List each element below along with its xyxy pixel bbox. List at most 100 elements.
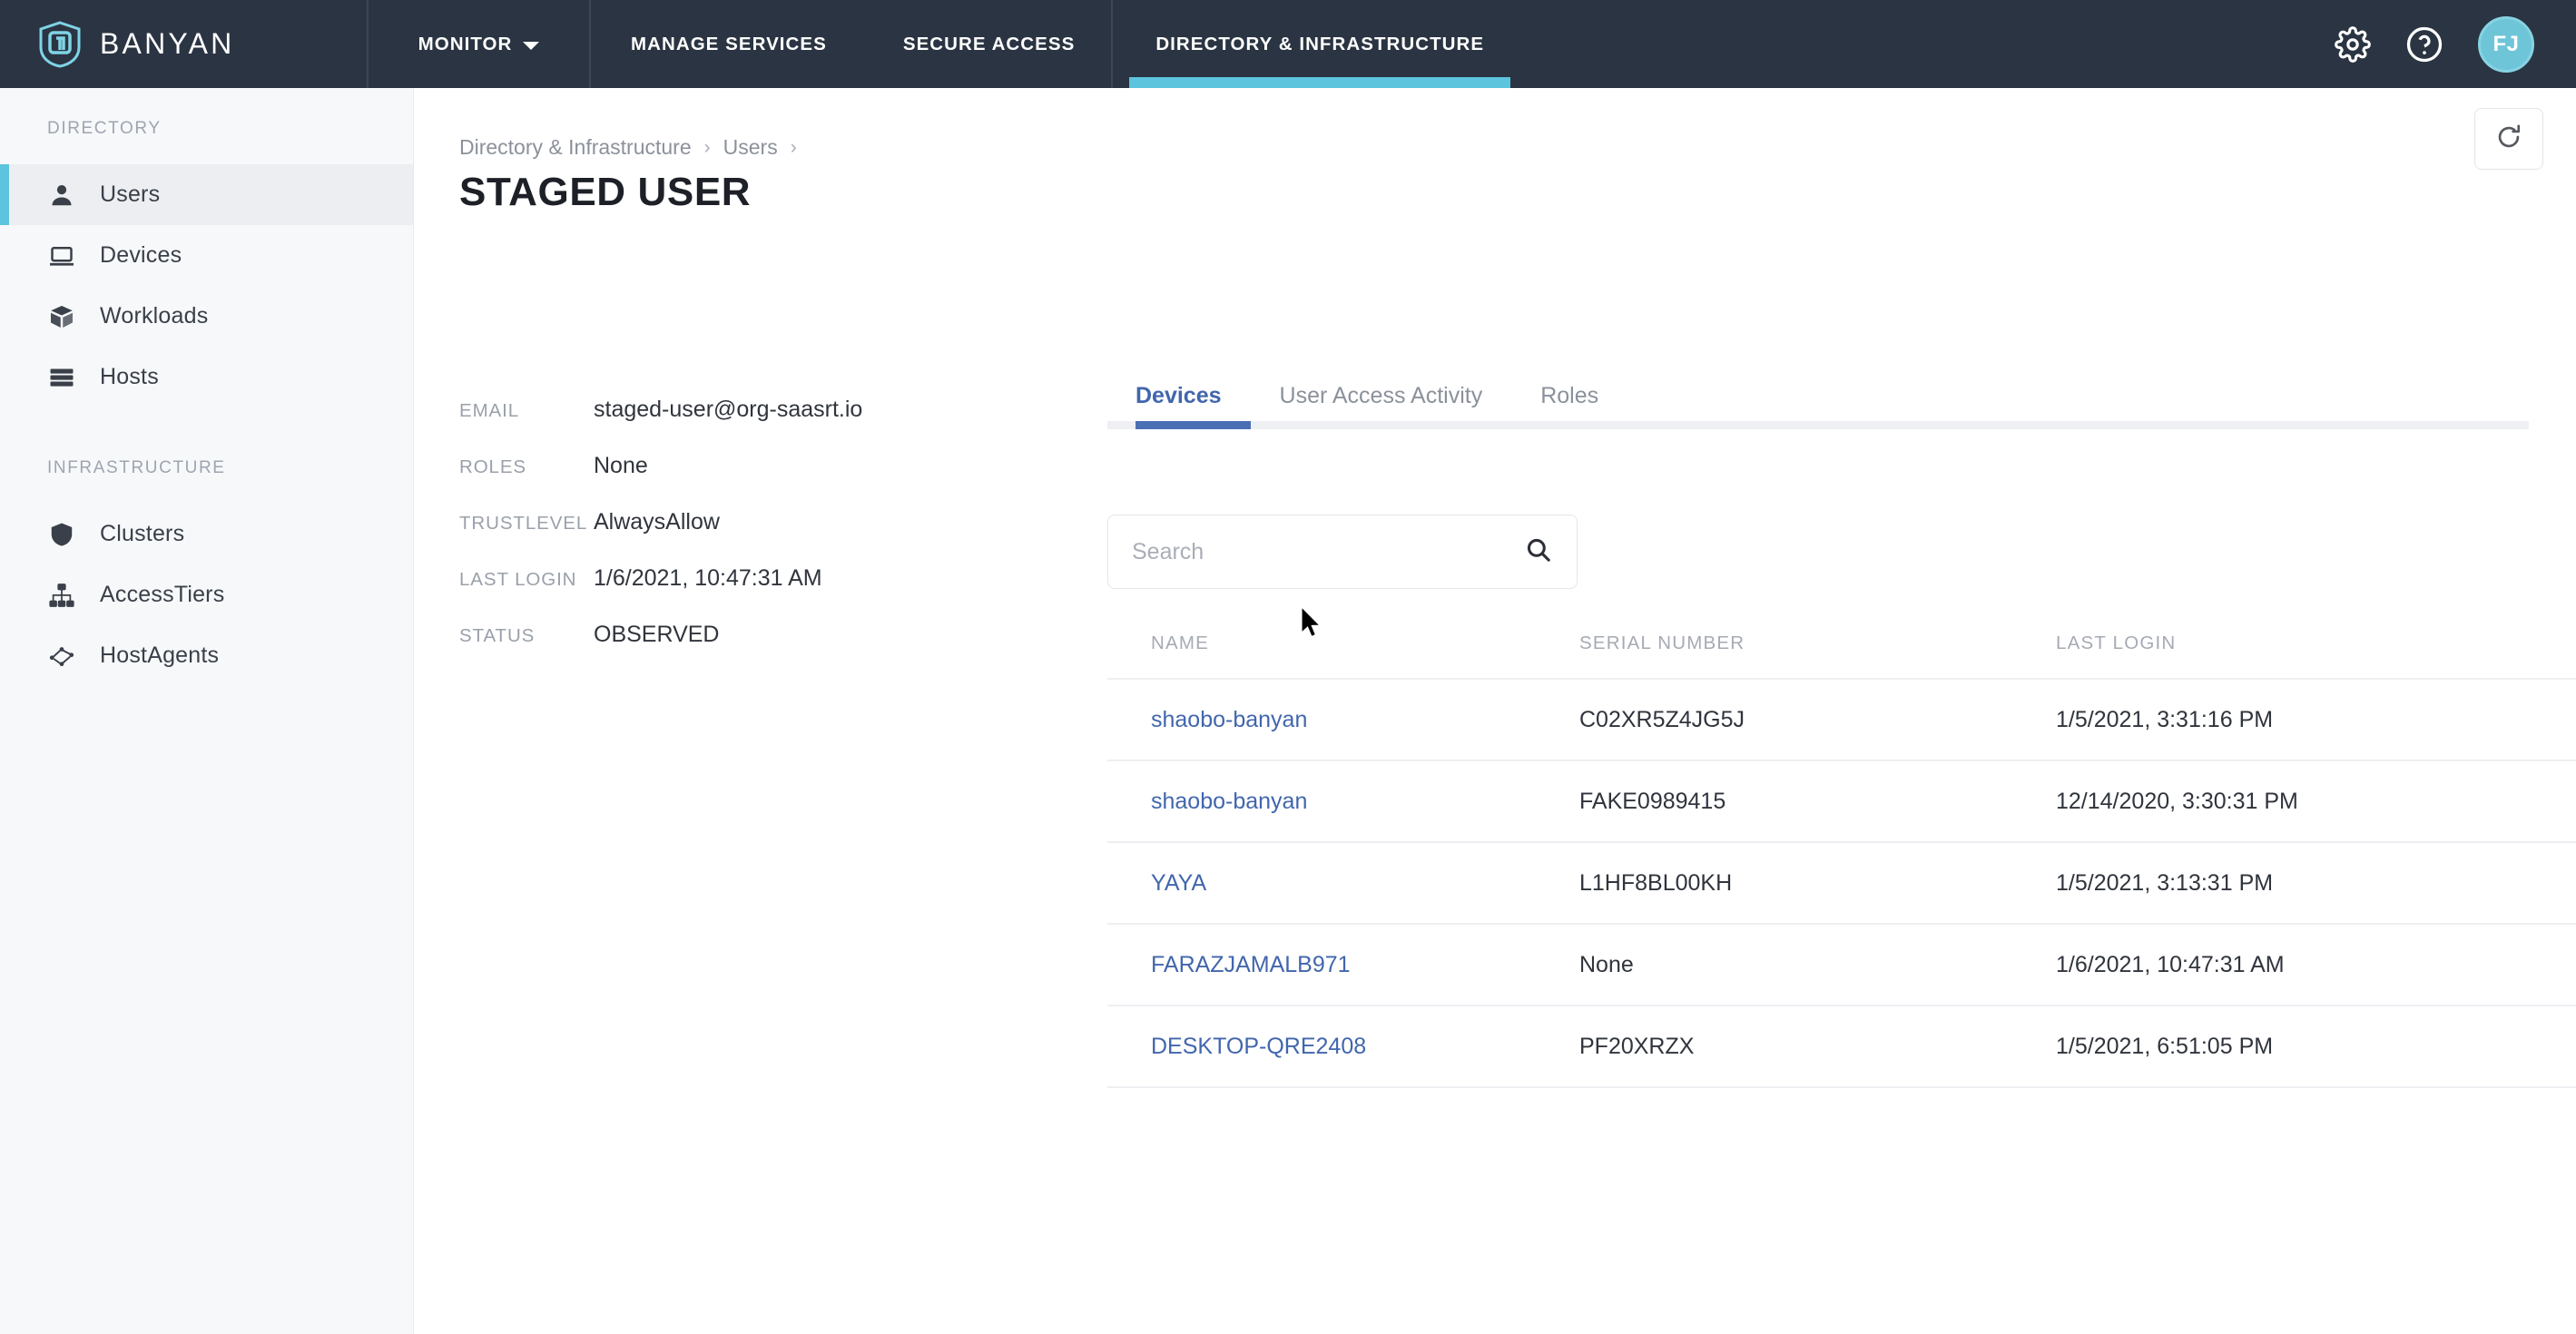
question-circle-icon[interactable]	[2405, 25, 2443, 64]
tab-devices[interactable]: Devices	[1136, 383, 1251, 429]
tab-user-access-activity[interactable]: User Access Activity	[1251, 383, 1512, 429]
gear-icon[interactable]	[2335, 26, 2371, 63]
detail-row-last-login: LAST LOGIN 1/6/2021, 10:47:31 AM	[459, 565, 1022, 622]
user-icon	[47, 181, 76, 210]
breadcrumb: Directory & Infrastructure › Users ›	[459, 135, 797, 160]
breadcrumb-item-directory-infrastructure[interactable]: Directory & Infrastructure	[459, 135, 692, 160]
sidebar-item-hostagents[interactable]: HostAgents	[0, 625, 413, 686]
sidebar-item-users[interactable]: Users	[0, 164, 413, 225]
breadcrumb-separator-icon: ›	[704, 137, 711, 159]
column-header-last-login: LAST LOGIN	[2056, 633, 2576, 654]
device-serial-number: FAKE0989415	[1579, 789, 2056, 815]
table-row[interactable]: FARAZJAMALB971 None 1/6/2021, 10:47:31 A…	[1107, 925, 2576, 1006]
top-navigation-bar: BANYAN MONITOR MANAGE SERVICES SECURE AC…	[0, 0, 2576, 88]
sidebar-item-clusters[interactable]: Clusters	[0, 504, 413, 564]
device-serial-number: None	[1579, 952, 2056, 978]
tab-devices-label: Devices	[1136, 383, 1222, 408]
device-name-link[interactable]: DESKTOP-QRE2408	[1107, 1034, 1579, 1060]
sidebar-item-hostagents-label: HostAgents	[100, 642, 219, 669]
active-tab-underline	[1129, 77, 1510, 88]
table-row[interactable]: DESKTOP-QRE2408 PF20XRZX 1/5/2021, 6:51:…	[1107, 1006, 2576, 1088]
nav-right-actions: FJ	[2335, 0, 2576, 88]
table-row[interactable]: shaobo-banyan C02XR5Z4JG5J 1/5/2021, 3:3…	[1107, 680, 2576, 761]
detail-value-roles: None	[594, 453, 648, 479]
breadcrumb-item-users[interactable]: Users	[723, 135, 778, 160]
sidebar: DIRECTORY Users Devices Workload	[0, 88, 414, 1334]
nav-item-manage-services[interactable]: MANAGE SERVICES	[591, 0, 867, 88]
sidebar-item-hosts[interactable]: Hosts	[0, 347, 413, 407]
device-last-login: 1/5/2021, 6:51:05 PM	[2056, 1034, 2576, 1060]
nav-item-secure-access-label: SECURE ACCESS	[903, 34, 1075, 55]
column-header-name: NAME	[1107, 633, 1579, 654]
nav-item-monitor[interactable]: MONITOR	[369, 0, 589, 88]
server-icon	[47, 363, 76, 392]
sidebar-item-accesstiers[interactable]: AccessTiers	[0, 564, 413, 625]
device-name-link[interactable]: FARAZJAMALB971	[1107, 952, 1579, 978]
detail-value-status: OBSERVED	[594, 622, 719, 648]
column-header-serial-number: SERIAL NUMBER	[1579, 633, 2056, 654]
tab-roles-label: Roles	[1540, 383, 1598, 408]
detail-value-email: staged-user@org-saasrt.io	[594, 397, 862, 423]
sidebar-section-label-directory: DIRECTORY	[0, 119, 413, 139]
nav-item-directory-infrastructure-label: DIRECTORY & INFRASTRUCTURE	[1155, 34, 1484, 55]
device-last-login: 1/6/2021, 10:47:31 AM	[2056, 952, 2576, 978]
user-details-list: EMAIL staged-user@org-saasrt.io ROLES No…	[459, 397, 1022, 678]
refresh-button[interactable]	[2474, 108, 2543, 170]
device-name-link[interactable]: shaobo-banyan	[1107, 789, 1579, 815]
search-icon[interactable]	[1524, 535, 1553, 569]
sidebar-item-accesstiers-label: AccessTiers	[100, 582, 224, 608]
detail-row-status: STATUS OBSERVED	[459, 622, 1022, 678]
search-box[interactable]	[1107, 515, 1578, 589]
detail-key-last-login: LAST LOGIN	[459, 569, 594, 591]
tabs-container: Devices User Access Activity Roles	[1107, 383, 2529, 429]
table-row[interactable]: shaobo-banyan FAKE0989415 12/14/2020, 3:…	[1107, 761, 2576, 843]
tab-user-access-activity-label: User Access Activity	[1280, 383, 1483, 408]
nav-item-monitor-label: MONITOR	[418, 34, 513, 55]
sidebar-item-clusters-label: Clusters	[100, 521, 184, 547]
sidebar-item-users-label: Users	[100, 181, 160, 208]
sidebar-item-devices-label: Devices	[100, 242, 182, 269]
detail-key-email: EMAIL	[459, 400, 594, 422]
nodes-icon	[47, 642, 76, 671]
shield-icon	[47, 520, 76, 549]
page-title: STAGED USER	[459, 170, 751, 215]
sidebar-item-hosts-label: Hosts	[100, 364, 159, 390]
laptop-icon	[47, 241, 76, 270]
table-header-row: NAME SERIAL NUMBER LAST LOGIN	[1107, 633, 2576, 680]
device-last-login: 1/5/2021, 3:31:16 PM	[2056, 707, 2576, 733]
device-last-login: 1/5/2021, 3:13:31 PM	[2056, 870, 2576, 897]
sidebar-item-workloads-label: Workloads	[100, 303, 208, 329]
sidebar-section-label-infrastructure: INFRASTRUCTURE	[0, 458, 413, 478]
detail-key-roles: ROLES	[459, 456, 594, 478]
chevron-down-icon	[523, 42, 539, 50]
avatar[interactable]: FJ	[2478, 16, 2534, 73]
device-serial-number: C02XR5Z4JG5J	[1579, 707, 2056, 733]
tabs: Devices User Access Activity Roles	[1107, 383, 2529, 429]
device-name-link[interactable]: shaobo-banyan	[1107, 707, 1579, 733]
nav-group-secondary: MANAGE SERVICES SECURE ACCESS DIRECTORY …	[591, 0, 1527, 88]
banyan-shield-logo-icon	[38, 21, 82, 68]
refresh-icon	[2493, 122, 2524, 157]
detail-row-trustlevel: TRUSTLEVEL AlwaysAllow	[459, 509, 1022, 565]
devices-table: NAME SERIAL NUMBER LAST LOGIN shaobo-ban…	[1107, 633, 2576, 1088]
brand-name: BANYAN	[100, 27, 234, 61]
sidebar-item-workloads[interactable]: Workloads	[0, 286, 413, 347]
tab-roles[interactable]: Roles	[1511, 383, 1627, 429]
nav-item-secure-access[interactable]: SECURE ACCESS	[867, 0, 1111, 88]
table-row[interactable]: YAYA L1HF8BL00KH 1/5/2021, 3:13:31 PM	[1107, 843, 2576, 925]
device-serial-number: PF20XRZX	[1579, 1034, 2056, 1060]
search-input[interactable]	[1132, 539, 1524, 565]
nav-group-primary: MONITOR	[367, 0, 591, 88]
breadcrumb-separator-icon-2: ›	[791, 137, 797, 159]
device-last-login: 12/14/2020, 3:30:31 PM	[2056, 789, 2576, 815]
nav-item-directory-infrastructure[interactable]: DIRECTORY & INFRASTRUCTURE	[1111, 0, 1527, 88]
brand[interactable]: BANYAN	[0, 0, 367, 88]
sidebar-item-devices[interactable]: Devices	[0, 225, 413, 286]
detail-row-roles: ROLES None	[459, 453, 1022, 509]
device-name-link[interactable]: YAYA	[1107, 870, 1579, 897]
detail-value-last-login: 1/6/2021, 10:47:31 AM	[594, 565, 822, 592]
box-icon	[47, 302, 76, 331]
device-serial-number: L1HF8BL00KH	[1579, 870, 2056, 897]
nav-item-manage-services-label: MANAGE SERVICES	[631, 34, 827, 55]
detail-key-trustlevel: TRUSTLEVEL	[459, 513, 594, 535]
